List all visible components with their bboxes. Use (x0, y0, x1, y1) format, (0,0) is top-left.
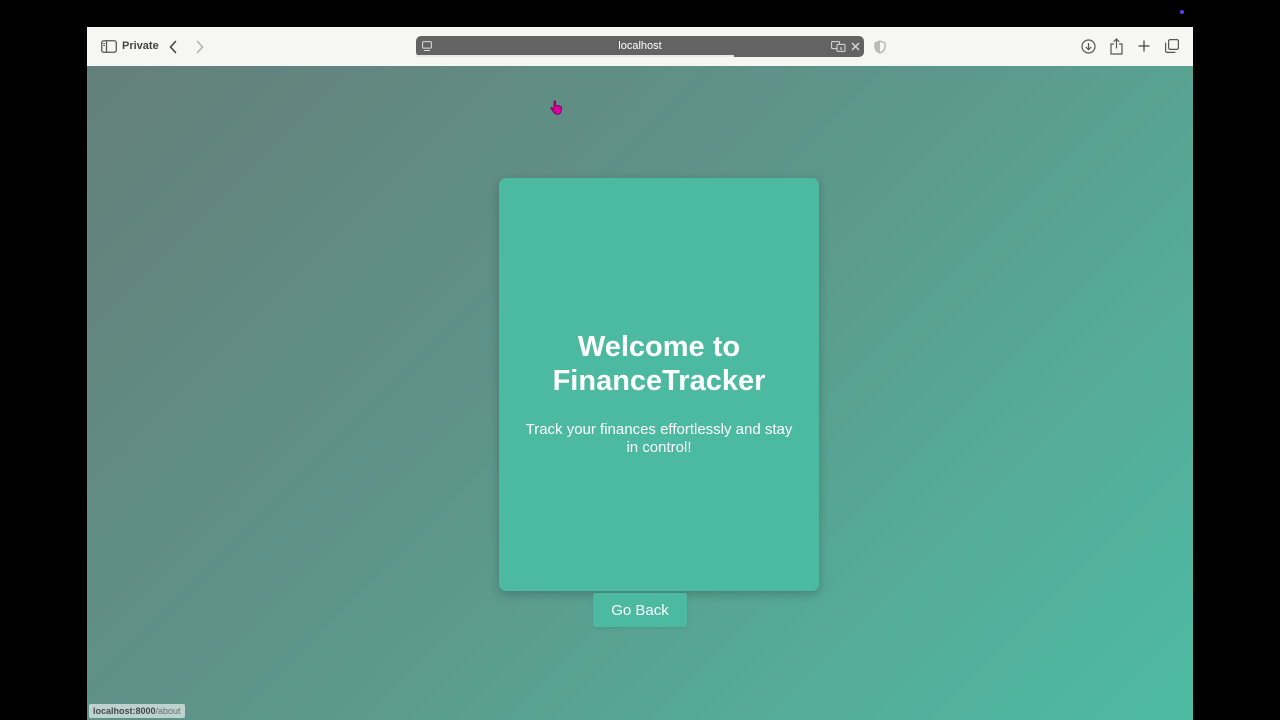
browser-toolbar: Private localhost a (87, 27, 1193, 67)
welcome-card: Welcome to FinanceTracker Track your fin… (499, 178, 819, 591)
page-viewport: Welcome to FinanceTracker Track your fin… (87, 66, 1193, 720)
chevron-right-icon (196, 40, 204, 53)
svg-text:a: a (839, 46, 842, 52)
download-icon[interactable] (1080, 38, 1096, 55)
share-icon[interactable] (1108, 37, 1124, 55)
status-host: localhost:8000 (93, 706, 156, 716)
recording-indicator (1180, 10, 1184, 14)
forward-button[interactable] (192, 37, 208, 56)
tabs-icon[interactable] (1164, 38, 1180, 54)
translate-icon[interactable]: a (830, 40, 846, 53)
private-label: Private (122, 40, 159, 52)
link-status-bar: localhost:8000/about (89, 704, 185, 718)
back-button[interactable] (165, 37, 181, 56)
page-title: Welcome to FinanceTracker (552, 331, 766, 397)
address-text: localhost (618, 40, 662, 52)
sidebar-icon[interactable] (101, 39, 117, 54)
chevron-left-icon (169, 40, 177, 53)
loading-progress-bar (416, 55, 735, 57)
pointer-cursor-icon (550, 100, 562, 115)
go-back-button[interactable]: Go Back (593, 593, 687, 627)
shield-icon[interactable] (873, 39, 887, 54)
browser-window: Private localhost a Welcome to FinanceTr… (87, 27, 1193, 720)
plus-icon[interactable] (1136, 38, 1152, 54)
page-subtitle: Track your finances effortlessly and sta… (525, 421, 793, 456)
status-path: /about (155, 706, 181, 716)
close-icon[interactable] (849, 40, 861, 53)
address-bar[interactable]: localhost a (416, 36, 864, 57)
